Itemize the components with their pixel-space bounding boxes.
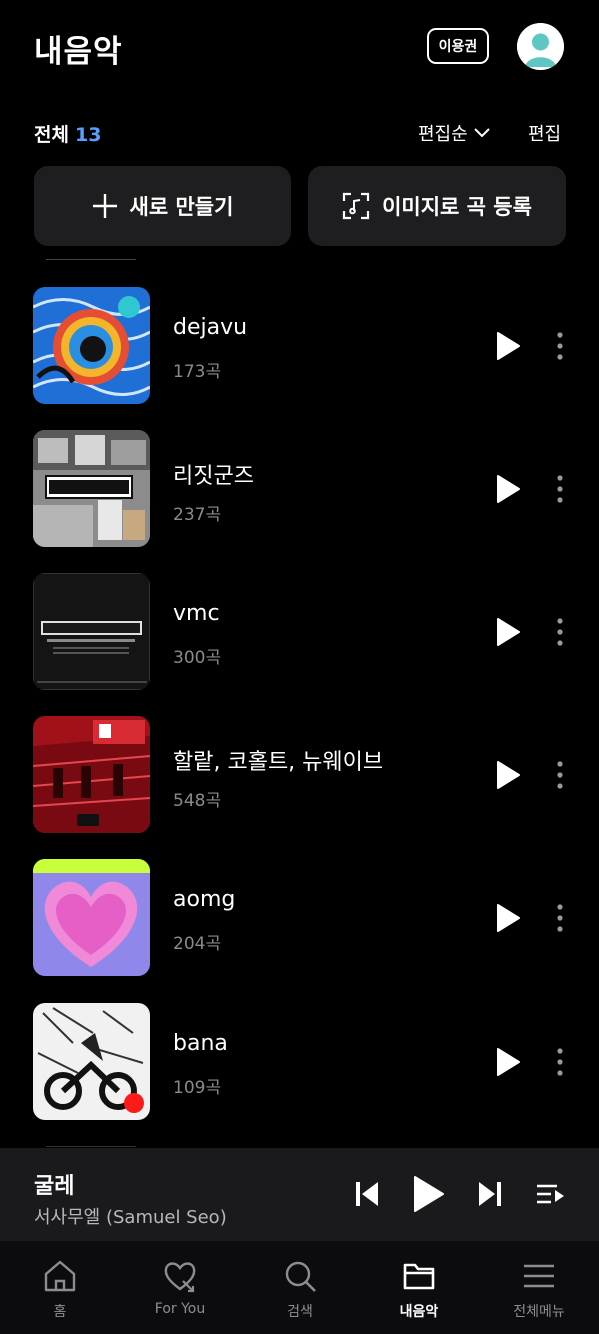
play-icon[interactable]	[494, 903, 522, 933]
nav-search[interactable]: 검색	[240, 1241, 360, 1334]
playlist-name: 리짓군즈	[173, 464, 254, 489]
list-item[interactable]: 리짓군즈 237곡	[0, 430, 599, 548]
nav-label: 검색	[287, 1304, 313, 1320]
profile-icon	[517, 23, 564, 70]
playlist-name: bana	[173, 1031, 228, 1056]
bottom-nav: 홈 For You 검색 내음악 전체메뉴	[0, 1241, 599, 1334]
more-icon[interactable]	[552, 617, 568, 647]
more-icon[interactable]	[552, 474, 568, 504]
album-cover	[33, 859, 150, 976]
album-cover	[33, 716, 150, 833]
next-icon[interactable]	[477, 1176, 503, 1212]
playlist-count: 204곡	[173, 934, 222, 954]
play-icon[interactable]	[494, 474, 522, 504]
play-icon[interactable]	[410, 1174, 446, 1214]
play-icon[interactable]	[494, 760, 522, 790]
page-title: 내음악	[34, 34, 123, 70]
menu-icon	[524, 1264, 554, 1288]
total-text: 전체	[34, 124, 69, 146]
play-icon[interactable]	[494, 1047, 522, 1077]
image-register-button[interactable]: 이미지로 곡 등록	[308, 166, 566, 246]
image-register-label: 이미지로 곡 등록	[382, 195, 532, 219]
nav-for-you[interactable]: For You	[120, 1241, 240, 1334]
avatar[interactable]	[517, 23, 564, 70]
total-label: 전체 13	[34, 120, 101, 147]
new-playlist-label: 새로 만들기	[129, 195, 234, 219]
playlist-name: dejavu	[173, 315, 248, 340]
action-row: 새로 만들기 이미지로 곡 등록	[34, 166, 566, 246]
pass-button[interactable]: 이용권	[427, 28, 489, 64]
divider	[46, 1146, 136, 1147]
edit-button[interactable]: 편집	[528, 120, 561, 146]
nav-home[interactable]: 홈	[0, 1241, 120, 1334]
now-playing-title: 굴레	[34, 1174, 75, 1199]
album-cover	[33, 287, 150, 404]
search-icon	[285, 1261, 316, 1292]
list-item[interactable]: aomg 204곡	[0, 859, 599, 977]
playlist-name: vmc	[173, 601, 220, 626]
nav-label: 전체메뉴	[513, 1304, 565, 1320]
more-icon[interactable]	[552, 1047, 568, 1077]
playlist-queue-icon[interactable]	[535, 1176, 565, 1212]
nav-label: For You	[154, 1301, 206, 1317]
playlist-name: 할랕, 코홀트, 뉴웨이브	[173, 750, 384, 775]
list-item[interactable]: dejavu 173곡	[0, 287, 599, 405]
divider	[46, 259, 136, 260]
play-icon[interactable]	[494, 331, 522, 361]
home-icon	[44, 1260, 76, 1292]
list-item[interactable]: bana 109곡	[0, 1003, 599, 1121]
play-icon[interactable]	[494, 617, 522, 647]
folder-icon	[403, 1263, 435, 1290]
header: 내음악 이용권	[0, 0, 599, 96]
sort-dropdown[interactable]: 편집순	[418, 120, 490, 146]
new-playlist-button[interactable]: 새로 만들기	[34, 166, 291, 246]
image-scan-icon	[342, 192, 370, 220]
heart-icon	[164, 1262, 196, 1293]
previous-icon[interactable]	[354, 1176, 380, 1212]
album-cover	[33, 430, 150, 547]
playlist-count: 237곡	[173, 505, 222, 525]
sort-label: 편집순	[418, 124, 468, 145]
mini-player[interactable]: 굴레 서사무엘 (Samuel Seo)	[0, 1148, 599, 1241]
nav-label: 홈	[53, 1304, 67, 1320]
playlist-count: 300곡	[173, 648, 222, 668]
playlist-count: 109곡	[173, 1078, 222, 1098]
album-cover	[33, 573, 150, 690]
filter-bar: 전체 13 편집순 편집	[0, 112, 599, 152]
list-item[interactable]: 할랕, 코홀트, 뉴웨이브 548곡	[0, 716, 599, 834]
playlist-count: 548곡	[173, 791, 222, 811]
more-icon[interactable]	[552, 903, 568, 933]
plus-icon	[92, 194, 117, 218]
playlist-name: aomg	[173, 887, 236, 912]
list-item[interactable]: vmc 300곡	[0, 573, 599, 691]
now-playing-artist: 서사무엘 (Samuel Seo)	[34, 1207, 227, 1228]
more-icon[interactable]	[552, 331, 568, 361]
chevron-down-icon	[473, 128, 490, 138]
nav-all-menu[interactable]: 전체메뉴	[479, 1241, 599, 1334]
playlist-count: 173곡	[173, 362, 222, 382]
more-icon[interactable]	[552, 760, 568, 790]
nav-my-music[interactable]: 내음악	[359, 1241, 479, 1334]
total-count: 13	[74, 124, 102, 146]
nav-label: 내음악	[399, 1304, 439, 1320]
album-cover	[33, 1003, 150, 1120]
